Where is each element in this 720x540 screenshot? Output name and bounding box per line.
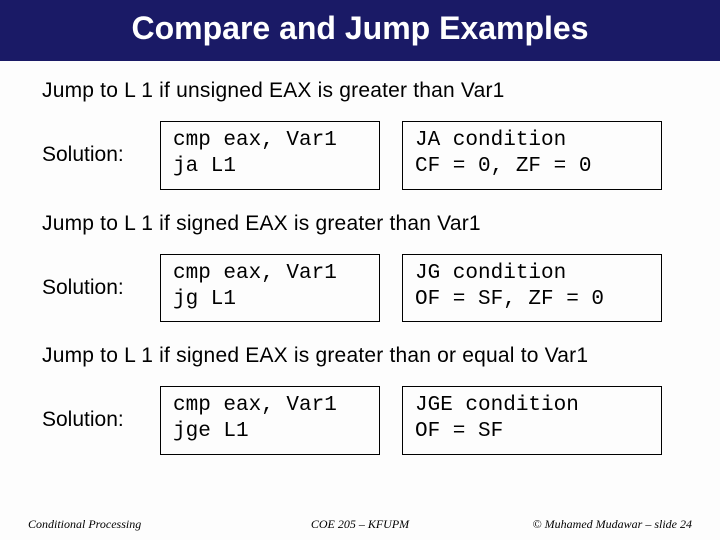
- footer-right: © Muhamed Mudawar – slide 24: [492, 517, 692, 532]
- footer-center: COE 205 – KFUPM: [228, 517, 492, 532]
- condition-box-3: JGE condition OF = SF: [402, 386, 662, 455]
- title-bar: Compare and Jump Examples: [0, 0, 720, 61]
- prompt-3: Jump to L 1 if signed EAX is greater tha…: [42, 344, 678, 368]
- solution-label-2: Solution:: [42, 254, 138, 323]
- solution-label-3: Solution:: [42, 386, 138, 455]
- code-box-3: cmp eax, Var1 jge L1: [160, 386, 380, 455]
- prompt-2: Jump to L 1 if signed EAX is greater tha…: [42, 212, 678, 236]
- solution-row-2: Solution: cmp eax, Var1 jg L1 JG conditi…: [42, 254, 678, 323]
- condition-box-1: JA condition CF = 0, ZF = 0: [402, 121, 662, 190]
- solution-row-1: Solution: cmp eax, Var1 ja L1 JA conditi…: [42, 121, 678, 190]
- prompt-1: Jump to L 1 if unsigned EAX is greater t…: [42, 79, 678, 103]
- solution-label-1: Solution:: [42, 121, 138, 190]
- condition-box-2: JG condition OF = SF, ZF = 0: [402, 254, 662, 323]
- solution-row-3: Solution: cmp eax, Var1 jge L1 JGE condi…: [42, 386, 678, 455]
- footer-left: Conditional Processing: [28, 517, 228, 532]
- slide-content: Jump to L 1 if unsigned EAX is greater t…: [0, 61, 720, 455]
- code-box-2: cmp eax, Var1 jg L1: [160, 254, 380, 323]
- slide-title: Compare and Jump Examples: [0, 10, 720, 47]
- footer: Conditional Processing COE 205 – KFUPM ©…: [0, 517, 720, 532]
- code-box-1: cmp eax, Var1 ja L1: [160, 121, 380, 190]
